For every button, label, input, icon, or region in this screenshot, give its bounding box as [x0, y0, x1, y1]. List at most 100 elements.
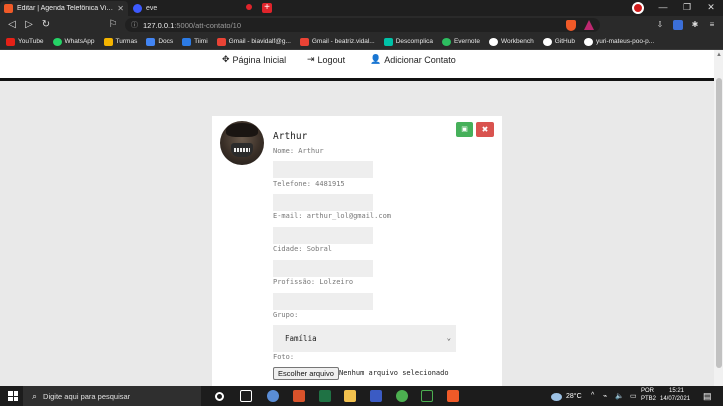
- phone-input[interactable]: [273, 194, 373, 211]
- file-explorer-icon[interactable]: [344, 390, 356, 402]
- url-input[interactable]: ⓘ 127.0.0.1 :5000/att-contato/10: [125, 18, 600, 32]
- excel-icon[interactable]: [319, 390, 331, 402]
- translate-icon[interactable]: [673, 20, 683, 30]
- cancel-button[interactable]: ✖: [476, 122, 494, 137]
- brave-icon[interactable]: [447, 390, 459, 402]
- bookmark-descomplica[interactable]: Descomplica: [383, 37, 433, 46]
- brave-shield-icon[interactable]: [566, 20, 576, 31]
- workbench-icon: [488, 37, 498, 46]
- group-select[interactable]: Família ⌄: [273, 325, 456, 352]
- bookmark-label: Turmas: [115, 38, 138, 45]
- github-icon: [583, 37, 593, 46]
- forward-icon[interactable]: ▷: [23, 19, 35, 30]
- tab-close-icon[interactable]: ✕: [117, 4, 124, 13]
- nav-add-contact-label: Adicionar Contato: [384, 54, 456, 65]
- restore-icon[interactable]: ❐: [680, 2, 694, 13]
- email-input[interactable]: [273, 227, 373, 244]
- battery-icon[interactable]: ▭: [630, 392, 637, 400]
- clock-date[interactable]: 14/07/2021: [660, 396, 690, 402]
- chevron-down-icon: ⌄: [446, 334, 451, 342]
- name-label: Nome: Arthur: [273, 147, 324, 155]
- classroom-icon: [103, 37, 113, 46]
- reload-icon[interactable]: ↻: [40, 19, 52, 30]
- temperature: 28°C: [566, 393, 582, 400]
- bookmark-icon[interactable]: ⚐: [107, 19, 119, 30]
- extensions-icon[interactable]: ✱: [690, 20, 700, 30]
- bookmark-label: WhatsApp: [64, 38, 95, 45]
- bookmark-workbench[interactable]: Workbench: [488, 37, 534, 46]
- browser-tab-bar: Editar | Agenda Telefônica Virtual ✕ eve…: [0, 0, 723, 16]
- nav-logout-label: Logout: [317, 54, 346, 65]
- name-input[interactable]: [273, 161, 373, 178]
- taskbar-search-input[interactable]: ⌕ Digite aqui para pesquisar: [23, 386, 201, 406]
- bookmark-github[interactable]: GitHub: [542, 37, 575, 46]
- tray-chevron-icon[interactable]: ^: [591, 392, 594, 399]
- save-icon: ▣: [461, 126, 468, 133]
- bookmark-gmail-1[interactable]: Gmail - biavidalf@g...: [216, 37, 291, 46]
- recording-indicator-icon[interactable]: [632, 2, 644, 14]
- bookmark-whatsapp[interactable]: WhatsApp: [52, 37, 95, 46]
- bookmark-youtube[interactable]: YouTube: [6, 37, 44, 46]
- notifications-icon[interactable]: ▤: [703, 391, 712, 402]
- nav-home-link[interactable]: ✥ Página Inicial: [222, 54, 286, 65]
- docs-icon: [146, 37, 156, 46]
- bookmark-turmas[interactable]: Turmas: [103, 37, 138, 46]
- download-icon[interactable]: ⇩: [655, 20, 665, 30]
- page-viewport: ✥ Página Inicial ⇥ Logout 👤 Adicionar Co…: [0, 50, 714, 386]
- chrome-icon[interactable]: [396, 390, 408, 402]
- tab-editar[interactable]: Editar | Agenda Telefônica Virtual ✕: [0, 1, 128, 16]
- nav-home-label: Página Inicial: [232, 54, 287, 65]
- bookmark-docs[interactable]: Docs: [146, 37, 173, 46]
- eve-favicon-icon: [133, 4, 142, 13]
- bookmark-github-repo[interactable]: yuri-mateus-poo-p...: [583, 37, 654, 46]
- address-bar-row: ◁ ▷ ↻ ⚐ ⓘ 127.0.0.1 :5000/att-contato/10…: [0, 16, 723, 34]
- top-navigation: ✥ Página Inicial ⇥ Logout 👤 Adicionar Co…: [0, 50, 714, 81]
- city-input[interactable]: [273, 260, 373, 277]
- logout-icon: ⇥: [307, 54, 315, 64]
- site-info-icon[interactable]: ⓘ: [131, 20, 138, 30]
- bookmark-tiimi[interactable]: Tiimi: [182, 37, 208, 46]
- back-icon[interactable]: ◁: [6, 19, 18, 30]
- bookmark-evernote[interactable]: Evernote: [441, 37, 480, 46]
- app-icon[interactable]: [370, 390, 382, 402]
- nav-logout-link[interactable]: ⇥ Logout: [307, 54, 345, 65]
- scroll-up-icon[interactable]: ▲: [716, 52, 722, 58]
- bookmark-label: Workbench: [500, 38, 534, 45]
- profession-input[interactable]: [273, 293, 373, 310]
- volume-icon[interactable]: 🔈: [615, 392, 624, 400]
- app-icon[interactable]: [267, 390, 279, 402]
- nav-add-contact-link[interactable]: 👤 Adicionar Contato: [370, 54, 456, 65]
- tiimi-icon: [182, 37, 192, 46]
- group-selected-value: Família: [285, 334, 317, 343]
- home-icon: ✥: [222, 54, 230, 64]
- tab-title: eve: [146, 5, 158, 12]
- bookmark-label: Descomplica: [395, 38, 433, 45]
- choose-file-button[interactable]: Escolher arquivo: [273, 367, 339, 380]
- tab-eve[interactable]: eve: [129, 1, 255, 16]
- file-status: Nenhum arquivo selecionado: [339, 369, 449, 377]
- pycharm-icon[interactable]: [421, 390, 433, 402]
- bookmark-label: Tiimi: [194, 38, 208, 45]
- scrollbar-thumb[interactable]: [716, 78, 722, 368]
- keyboard-layout[interactable]: PTB2: [641, 396, 656, 402]
- minimize-icon[interactable]: —: [656, 2, 670, 12]
- cortana-icon[interactable]: [215, 392, 224, 401]
- profession-label: Profissão: Lolzeiro: [273, 278, 354, 286]
- close-window-icon[interactable]: ✕: [704, 2, 718, 13]
- brave-rewards-icon[interactable]: [584, 20, 594, 30]
- clock-time[interactable]: 15:21: [669, 388, 684, 394]
- menu-icon[interactable]: ≡: [707, 20, 717, 30]
- keyboard-language[interactable]: POR: [641, 388, 654, 394]
- bookmark-gmail-2[interactable]: Gmail - beatriz.vidal...: [299, 37, 375, 46]
- city-label: Cidade: Sobral: [273, 245, 333, 253]
- weather-icon[interactable]: [551, 393, 562, 401]
- windows-start-icon[interactable]: [8, 391, 18, 401]
- new-tab-icon[interactable]: +: [262, 3, 272, 13]
- powerpoint-icon[interactable]: [293, 390, 305, 402]
- descomplica-icon: [383, 37, 393, 46]
- save-button[interactable]: ▣: [456, 122, 473, 137]
- task-view-icon[interactable]: [240, 390, 252, 402]
- network-icon[interactable]: ⌁: [603, 392, 607, 400]
- bookmark-label: Gmail - biavidalf@g...: [228, 38, 291, 45]
- windows-taskbar: ⌕ Digite aqui para pesquisar 28°C ^ ⌁ 🔈 …: [0, 386, 723, 406]
